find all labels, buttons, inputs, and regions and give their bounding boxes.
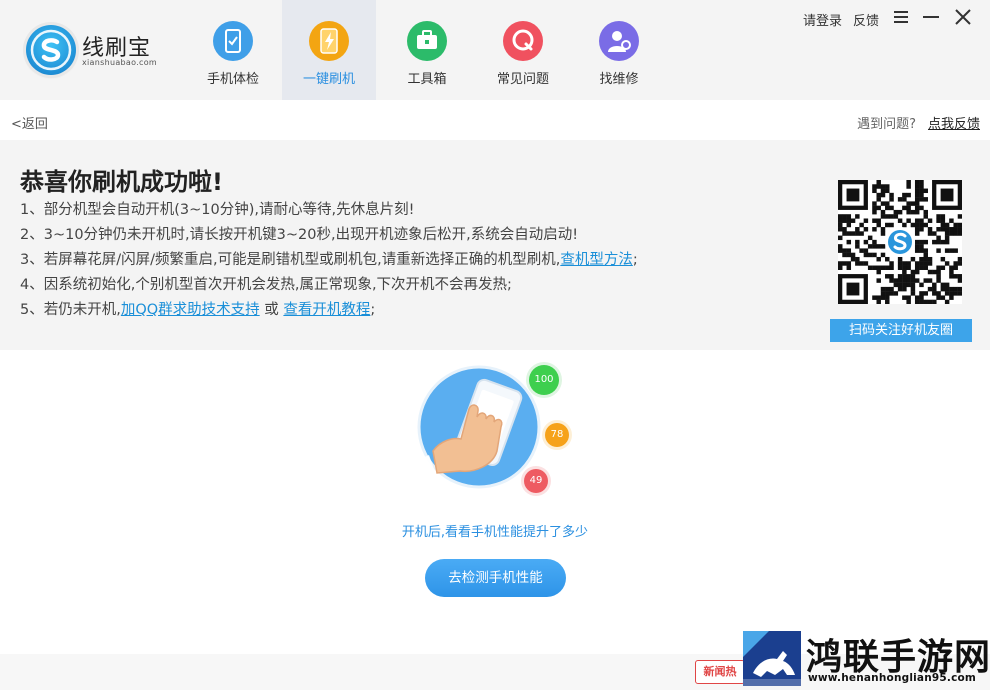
qr-code bbox=[838, 180, 963, 305]
phone-check-icon bbox=[213, 21, 253, 61]
nav-phone-check[interactable]: 手机体检 bbox=[186, 0, 280, 100]
detect-performance-button[interactable]: 去检测手机性能 bbox=[425, 559, 566, 597]
click-feedback-link[interactable]: 点我反馈 bbox=[928, 113, 980, 132]
check-model-method-link[interactable]: 查机型方法 bbox=[560, 252, 633, 268]
problem-prompt: 遇到问题? bbox=[857, 117, 916, 132]
nav-faq[interactable]: 常见问题 bbox=[476, 0, 570, 100]
phone-performance-illustration: 100 78 49 bbox=[405, 355, 585, 505]
menu-icon[interactable] bbox=[890, 6, 912, 28]
brand-domain: xianshuabao.com bbox=[82, 58, 158, 67]
step-5: 5、若仍未开机,加QQ群求助技术支持 或 查看开机教程; bbox=[20, 298, 375, 319]
login-link[interactable]: 请登录 bbox=[803, 10, 842, 29]
step-3: 3、若屏幕花屏/闪屏/频繁重启,可能是刷错机型或刷机包,请重新选择正确的机型刷机… bbox=[20, 248, 638, 269]
nav-label: 找维修 bbox=[599, 72, 639, 87]
step-2: 2、3~10分钟仍未开机时,请长按开机键3~20秒,出现开机迹象后松开,系统会自… bbox=[20, 227, 579, 243]
toolbox-icon bbox=[407, 21, 447, 61]
flash-success-panel: 恭喜你刷机成功啦! 1、部分机型会自动开机(3~10分钟),请耐心等待,先休息片… bbox=[0, 140, 990, 350]
sub-toolbar: <返回 遇到问题? 点我反馈 bbox=[0, 100, 990, 140]
flash-icon bbox=[309, 21, 349, 61]
nav-one-click-flash[interactable]: 一键刷机 bbox=[282, 0, 376, 100]
nav-label: 一键刷机 bbox=[302, 72, 355, 87]
nav-label: 工具箱 bbox=[407, 72, 447, 87]
back-link[interactable]: <返回 bbox=[11, 113, 48, 132]
score-badge-100: 100 bbox=[529, 365, 559, 395]
step-3-text: 3、若屏幕花屏/闪屏/频繁重启,可能是刷错机型或刷机包,请重新选择正确的机型刷机… bbox=[20, 252, 561, 268]
qr-follow-button[interactable]: 扫码关注好机友圈 bbox=[830, 319, 972, 342]
boot-tutorial-link[interactable]: 查看开机教程 bbox=[283, 302, 370, 318]
score-badge-49: 49 bbox=[524, 469, 548, 493]
watermark-logo-icon bbox=[743, 631, 801, 686]
performance-prompt: 开机后,看看手机性能提升了多少 bbox=[401, 525, 589, 540]
faq-icon bbox=[503, 21, 543, 61]
news-badge: 新闻热 bbox=[695, 660, 745, 684]
xianshuabao-logo-icon bbox=[26, 25, 76, 75]
step-1: 1、部分机型会自动开机(3~10分钟),请耐心等待,先休息片刻! bbox=[20, 202, 415, 218]
nav-label: 手机体检 bbox=[206, 72, 259, 87]
qq-group-support-link[interactable]: 加QQ群求助技术支持 bbox=[121, 302, 260, 318]
score-badge-78: 78 bbox=[545, 423, 569, 447]
repair-icon bbox=[599, 21, 639, 61]
step-5-or: 或 bbox=[259, 302, 284, 318]
step-4: 4、因系统初始化,个别机型首次开机会发热,属正常现象,下次开机不会再发热; bbox=[20, 277, 512, 293]
nav-find-repair[interactable]: 找维修 bbox=[572, 0, 666, 100]
success-title: 恭喜你刷机成功啦! bbox=[20, 168, 223, 196]
step-3-suffix: ; bbox=[632, 252, 638, 268]
nav-label: 常见问题 bbox=[496, 72, 549, 87]
step-5-suffix: ; bbox=[370, 302, 376, 318]
watermark-url: www.henanhonglian95.com bbox=[808, 672, 977, 684]
step-5-text: 5、若仍未开机, bbox=[20, 302, 121, 318]
close-icon[interactable] bbox=[952, 6, 974, 28]
title-bar: 线刷宝 xianshuabao.com 手机体检 一键刷机 工具箱 常见问题 找… bbox=[0, 0, 990, 100]
nav-toolbox[interactable]: 工具箱 bbox=[380, 0, 474, 100]
feedback-link[interactable]: 反馈 bbox=[853, 10, 879, 29]
minimize-icon[interactable] bbox=[920, 6, 942, 28]
